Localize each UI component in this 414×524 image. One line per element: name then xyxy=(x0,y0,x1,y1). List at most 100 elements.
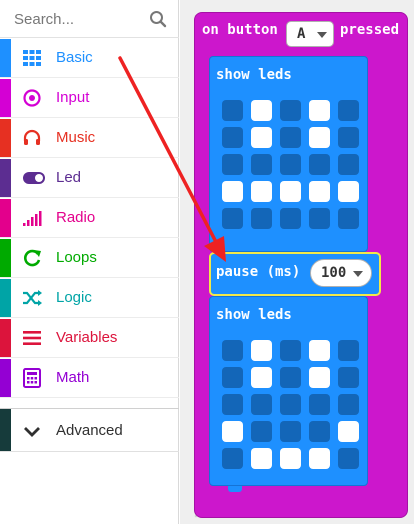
category-label: Input xyxy=(56,89,90,106)
button-dropdown-value: A xyxy=(297,26,306,42)
caret-down-icon xyxy=(317,32,327,38)
category-input[interactable]: Input xyxy=(0,79,179,118)
search-bar xyxy=(0,0,179,38)
led-cell[interactable] xyxy=(309,421,330,442)
category-label: Led xyxy=(56,169,82,186)
led-cell[interactable] xyxy=(251,448,272,469)
category-led[interactable]: Led xyxy=(0,159,179,198)
led-cell[interactable] xyxy=(309,340,330,361)
button-dropdown[interactable]: A xyxy=(286,21,334,47)
led-cell[interactable] xyxy=(280,448,301,469)
led-cell[interactable] xyxy=(338,421,359,442)
led-cell[interactable] xyxy=(251,367,272,388)
led-cell[interactable] xyxy=(222,340,243,361)
led-cell[interactable] xyxy=(251,181,272,202)
led-cell[interactable] xyxy=(338,154,359,175)
led-cell[interactable] xyxy=(309,448,330,469)
led-cell[interactable] xyxy=(338,394,359,415)
led-cell[interactable] xyxy=(251,208,272,229)
category-stripe xyxy=(0,239,11,277)
pause-label: pause (ms) xyxy=(216,264,301,280)
show-leds-label: show leds xyxy=(216,307,292,323)
led-grid[interactable] xyxy=(222,340,362,476)
led-cell[interactable] xyxy=(251,394,272,415)
list-lines-icon xyxy=(23,331,41,345)
led-cell[interactable] xyxy=(222,208,243,229)
category-label: Advanced xyxy=(56,422,123,439)
led-cell[interactable] xyxy=(222,448,243,469)
pause-duration-value: 100 xyxy=(321,265,347,281)
category-music[interactable]: Music xyxy=(0,119,179,158)
category-stripe xyxy=(0,359,11,397)
show-leds-label: show leds xyxy=(216,67,292,83)
calculator-icon xyxy=(23,368,41,388)
led-cell[interactable] xyxy=(280,154,301,175)
led-cell[interactable] xyxy=(338,340,359,361)
search-icon[interactable] xyxy=(149,10,167,28)
led-cell[interactable] xyxy=(222,127,243,148)
event-block-prefix: on button xyxy=(202,22,278,38)
category-logic[interactable]: Logic xyxy=(0,279,179,318)
led-cell[interactable] xyxy=(222,181,243,202)
led-cell[interactable] xyxy=(251,421,272,442)
category-radio[interactable]: Radio xyxy=(0,199,179,238)
led-cell[interactable] xyxy=(280,340,301,361)
toolbox: Basic Input Music Led xyxy=(0,0,179,524)
category-stripe xyxy=(0,119,11,157)
led-cell[interactable] xyxy=(309,208,330,229)
chevron-down-icon xyxy=(24,427,40,437)
category-label: Basic xyxy=(56,49,93,66)
category-variables[interactable]: Variables xyxy=(0,319,179,358)
led-cell[interactable] xyxy=(280,127,301,148)
search-input[interactable] xyxy=(14,8,142,30)
led-cell[interactable] xyxy=(222,154,243,175)
led-cell[interactable] xyxy=(280,181,301,202)
target-icon xyxy=(23,89,41,107)
category-stripe xyxy=(0,279,11,317)
block-connector-notch xyxy=(228,486,242,492)
category-math[interactable]: Math xyxy=(0,359,179,398)
event-block-suffix: pressed xyxy=(340,22,400,38)
led-cell[interactable] xyxy=(309,154,330,175)
category-basic[interactable]: Basic xyxy=(0,39,179,78)
pause-duration-dropdown[interactable]: 100 xyxy=(310,259,372,287)
led-cell[interactable] xyxy=(280,421,301,442)
grid-icon xyxy=(23,50,41,66)
led-cell[interactable] xyxy=(309,367,330,388)
toggle-icon xyxy=(23,172,45,184)
category-label: Loops xyxy=(56,249,97,266)
led-cell[interactable] xyxy=(338,100,359,121)
led-cell[interactable] xyxy=(251,127,272,148)
led-cell[interactable] xyxy=(280,367,301,388)
led-cell[interactable] xyxy=(222,367,243,388)
led-cell[interactable] xyxy=(251,100,272,121)
category-label: Music xyxy=(56,129,96,146)
led-cell[interactable] xyxy=(309,127,330,148)
led-cell[interactable] xyxy=(280,100,301,121)
category-loops[interactable]: Loops xyxy=(0,239,179,278)
led-cell[interactable] xyxy=(309,181,330,202)
led-cell[interactable] xyxy=(338,448,359,469)
led-cell[interactable] xyxy=(338,127,359,148)
led-cell[interactable] xyxy=(222,394,243,415)
category-label: Variables xyxy=(56,329,118,346)
category-label: Logic xyxy=(56,289,92,306)
category-label: Math xyxy=(56,369,90,386)
led-cell[interactable] xyxy=(280,394,301,415)
led-cell[interactable] xyxy=(338,208,359,229)
led-cell[interactable] xyxy=(309,394,330,415)
category-stripe xyxy=(0,199,11,237)
led-cell[interactable] xyxy=(222,100,243,121)
refresh-icon xyxy=(24,249,41,267)
led-cell[interactable] xyxy=(338,181,359,202)
led-cell[interactable] xyxy=(338,367,359,388)
led-cell[interactable] xyxy=(222,421,243,442)
category-advanced[interactable]: Advanced xyxy=(0,408,179,452)
led-cell[interactable] xyxy=(280,208,301,229)
category-stripe xyxy=(0,39,11,77)
category-stripe xyxy=(0,409,11,451)
led-cell[interactable] xyxy=(251,154,272,175)
led-cell[interactable] xyxy=(251,340,272,361)
led-grid[interactable] xyxy=(222,100,362,236)
led-cell[interactable] xyxy=(309,100,330,121)
